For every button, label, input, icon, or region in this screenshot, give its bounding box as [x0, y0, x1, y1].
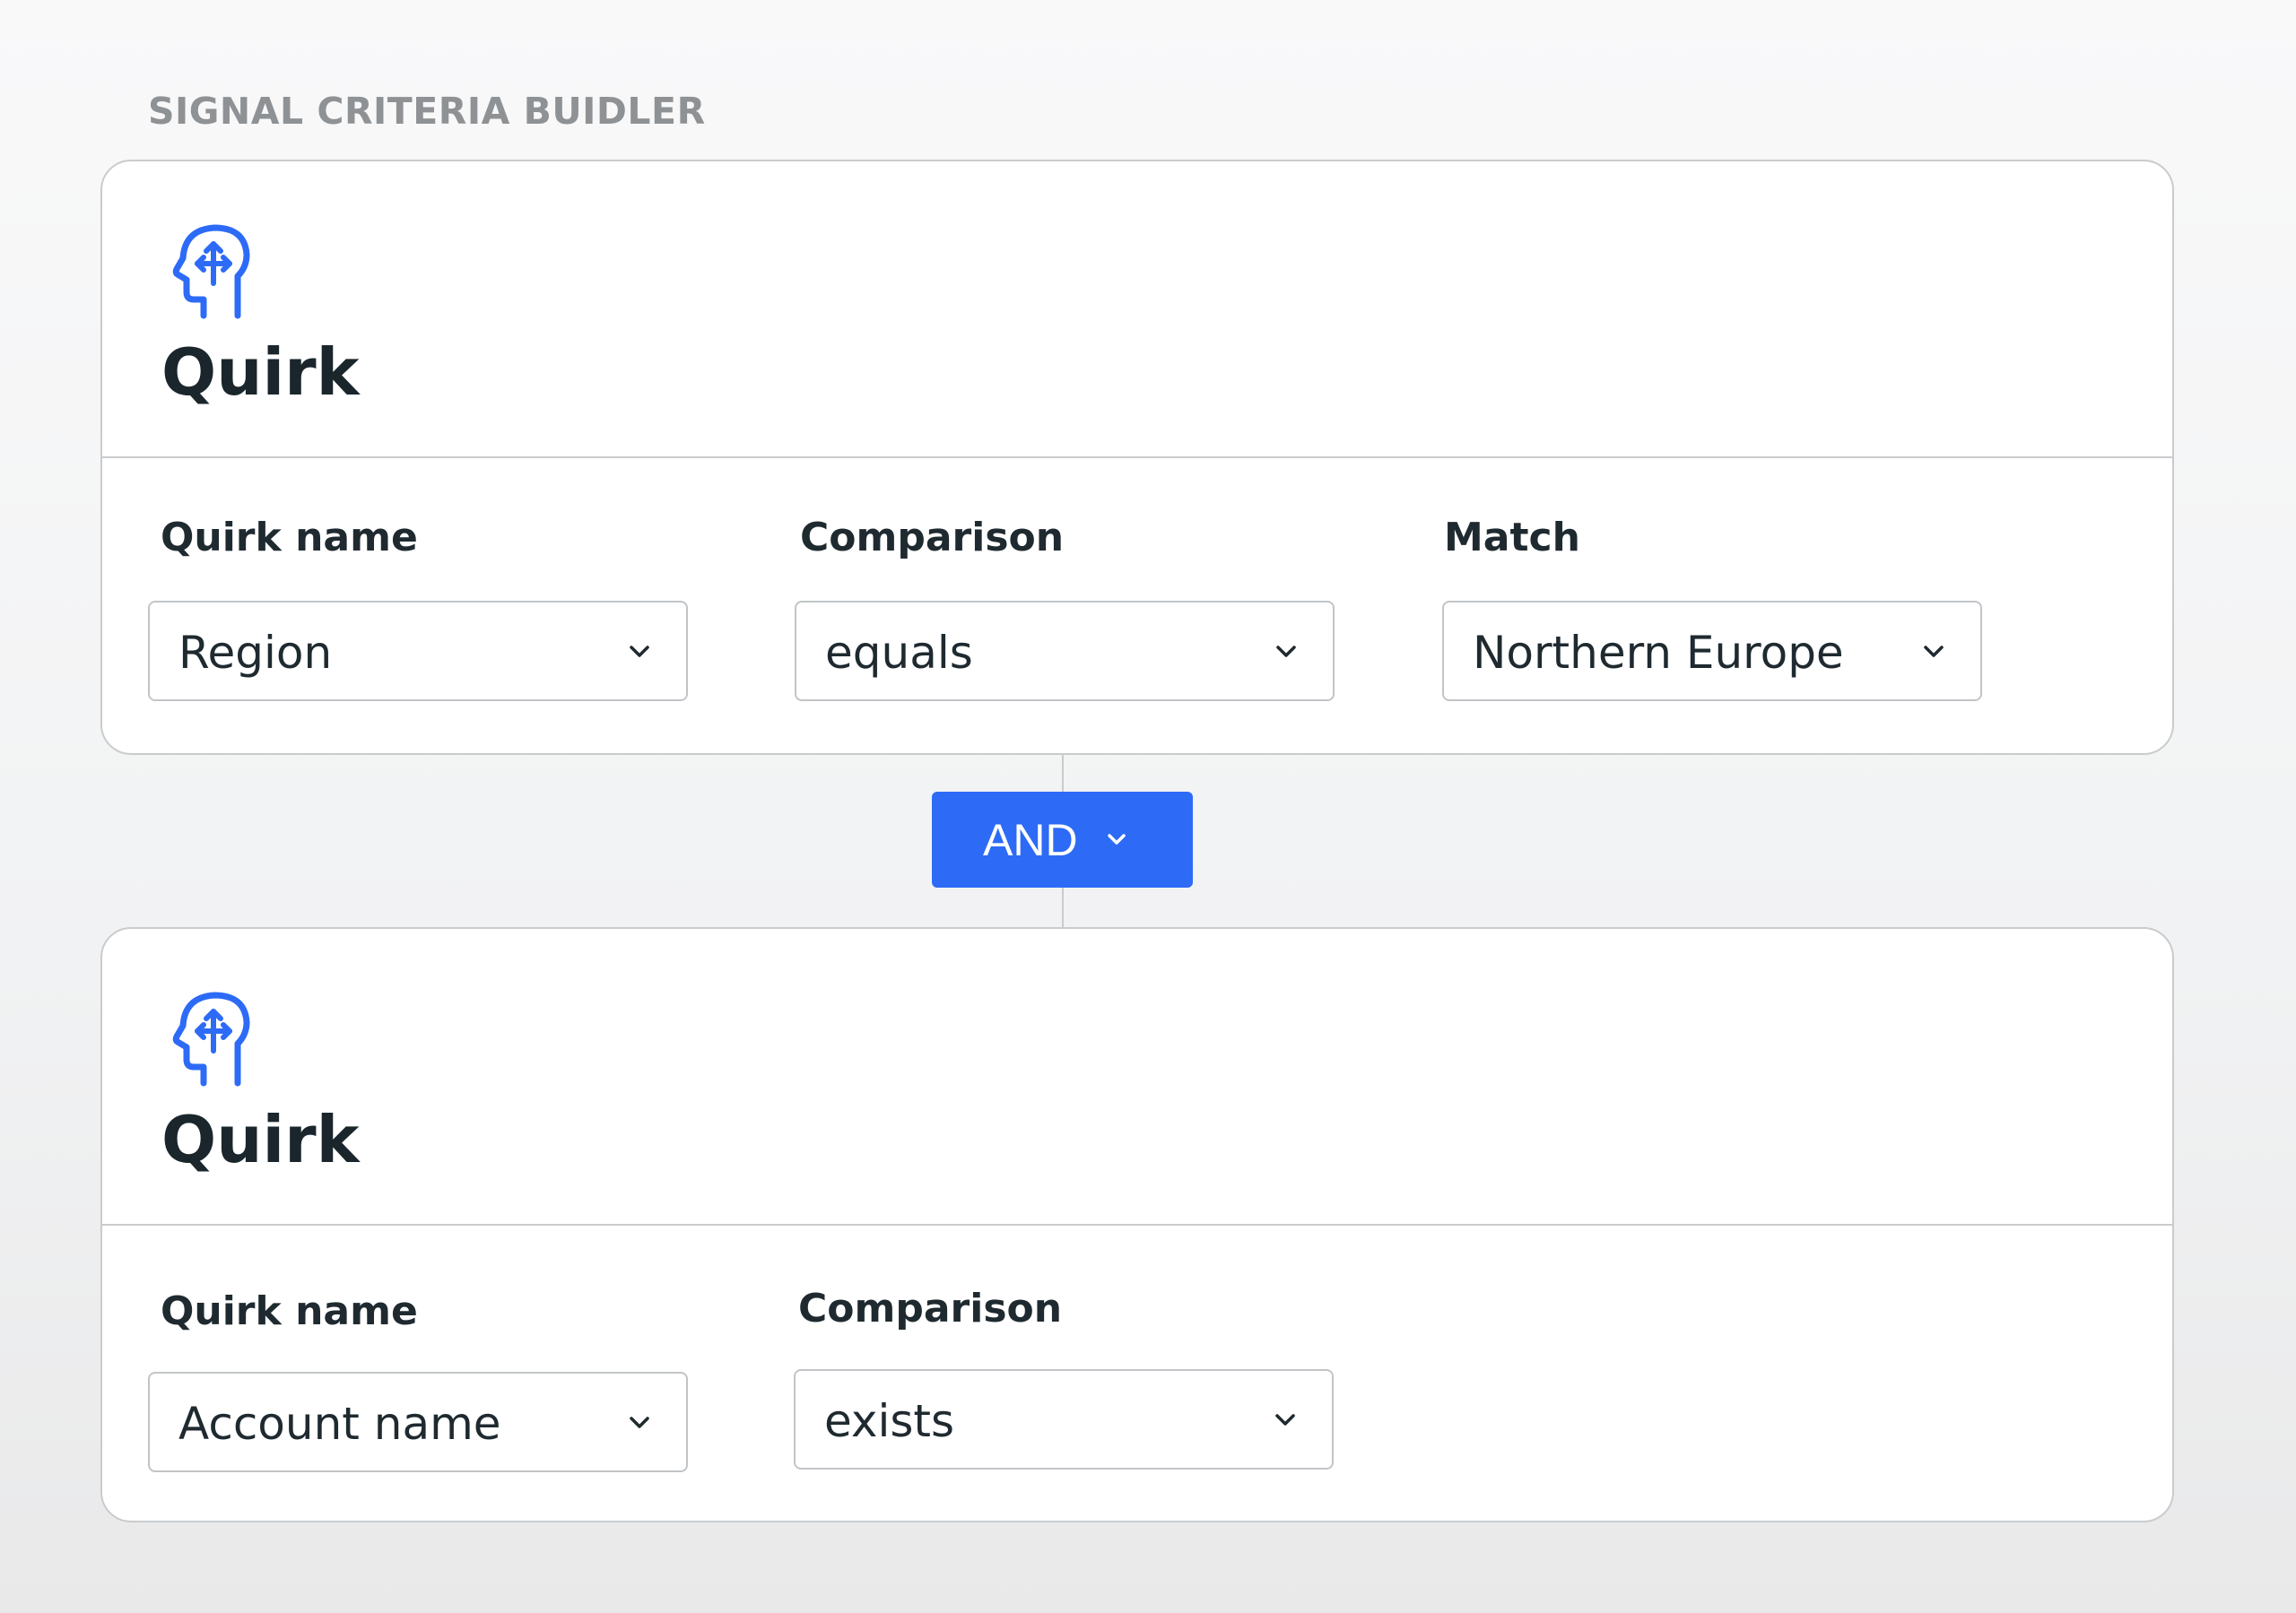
quirk-name-label: Quirk name: [161, 513, 418, 563]
quirk-name-label: Quirk name: [161, 1287, 418, 1337]
select-value: exists: [824, 1395, 954, 1447]
card-title: Quirk: [161, 1099, 360, 1180]
card-header: Quirk: [102, 161, 2172, 458]
card-title: Quirk: [161, 332, 360, 412]
connector-line: [1062, 887, 1064, 928]
chevron-down-icon: [1274, 638, 1299, 663]
select-value: Northern Europe: [1473, 627, 1844, 679]
match-label: Match: [1444, 513, 1580, 563]
comparison-select[interactable]: equals: [795, 601, 1335, 701]
head-arrows-icon: [156, 217, 255, 323]
chevron-down-icon: [1921, 638, 1946, 663]
select-value: Account name: [178, 1398, 501, 1450]
section-title: SIGNAL CRITERIA BUIDLER: [148, 88, 706, 134]
head-arrows-icon: [156, 984, 255, 1090]
comparison-label: Comparison: [798, 1284, 1062, 1334]
operator-label: AND: [983, 815, 1078, 865]
connector-line: [1062, 755, 1064, 793]
logic-operator-dropdown[interactable]: AND: [932, 792, 1193, 888]
comparison-label: Comparison: [800, 513, 1064, 563]
select-value: Region: [178, 627, 332, 679]
chevron-down-icon: [627, 638, 652, 663]
chevron-down-icon: [1273, 1407, 1298, 1432]
chevron-down-icon: [627, 1409, 652, 1435]
criteria-card: Quirk Quirk name Region Comparison equal…: [100, 160, 2174, 755]
quirk-name-select[interactable]: Region: [148, 601, 688, 701]
comparison-select[interactable]: exists: [794, 1369, 1334, 1470]
criteria-card: Quirk Quirk name Account name Comparison…: [100, 927, 2174, 1522]
quirk-name-select[interactable]: Account name: [148, 1372, 688, 1472]
card-header: Quirk: [102, 929, 2172, 1226]
match-select[interactable]: Northern Europe: [1442, 601, 1982, 701]
chevron-down-icon: [1105, 828, 1128, 851]
select-value: equals: [825, 627, 973, 679]
